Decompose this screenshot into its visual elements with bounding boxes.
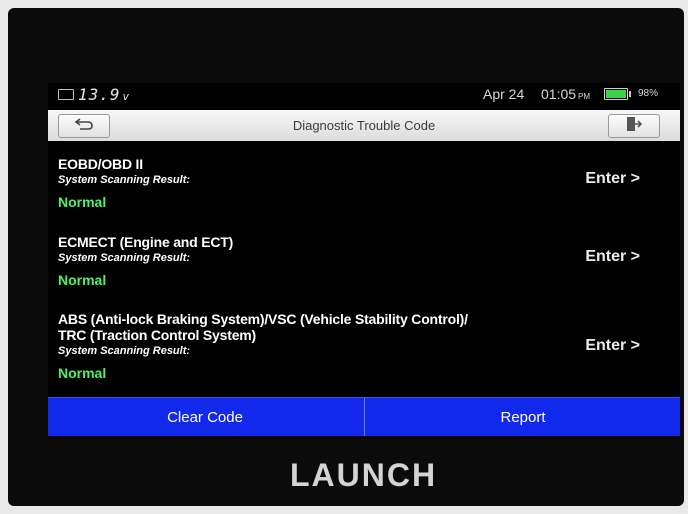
system-name-line-1: ABS (Anti-lock Braking System)/VSC (Vehi…	[58, 311, 468, 327]
clear-code-button[interactable]: Clear Code	[48, 398, 362, 436]
exit-button[interactable]	[608, 114, 660, 138]
system-row[interactable]: EOBD/OBD II System Scanning Result: Norm…	[48, 156, 680, 216]
scan-label: System Scanning Result:	[58, 345, 191, 357]
status-date: Apr 24	[483, 86, 525, 102]
status-bar: 13.9 v Apr 24 01:05 PM 98%	[48, 83, 680, 105]
exit-door-icon	[625, 116, 643, 137]
brand-logo: LAUNCH	[290, 457, 438, 493]
enter-button[interactable]: Enter >	[585, 337, 640, 355]
system-row[interactable]: ABS (Anti-lock Braking System)/VSC (Vehi…	[48, 311, 680, 393]
status-time-value: 01:05	[541, 86, 577, 102]
battery-icon	[604, 88, 631, 100]
screen: 13.9 v Apr 24 01:05 PM 98% Diagnostic Trou…	[48, 83, 680, 438]
scan-label: System Scanning Result:	[58, 174, 191, 186]
status-ampm: PM	[578, 92, 591, 101]
battery-fill	[606, 90, 626, 98]
voltage-value: 13.9	[78, 85, 121, 104]
scan-label: System Scanning Result:	[58, 252, 191, 264]
action-bar: Clear Code Report	[48, 397, 680, 436]
voltage-readout: 13.9 v	[78, 85, 130, 104]
scan-result: Normal	[58, 272, 107, 288]
status-time: 01:05 PM	[541, 86, 590, 102]
page-title: Diagnostic Trouble Code	[292, 118, 436, 133]
enter-button[interactable]: Enter >	[585, 248, 640, 266]
scan-result: Normal	[58, 365, 107, 381]
car-battery-icon	[58, 89, 74, 100]
system-name: EOBD/OBD II	[58, 156, 143, 172]
title-bar: Diagnostic Trouble Code	[48, 110, 680, 141]
battery-percent: 98%	[638, 88, 659, 99]
action-divider	[364, 398, 365, 436]
battery-tip	[629, 91, 631, 97]
voltage-unit: v	[122, 90, 131, 103]
system-row[interactable]: ECMECT (Engine and ECT) System Scanning …	[48, 234, 680, 294]
scan-result: Normal	[58, 194, 107, 210]
system-name: ECMECT (Engine and ECT)	[58, 234, 234, 250]
report-button[interactable]: Report	[366, 398, 680, 436]
enter-button[interactable]: Enter >	[585, 170, 640, 188]
system-name-line-2: TRC (Traction Control System)	[58, 327, 256, 343]
